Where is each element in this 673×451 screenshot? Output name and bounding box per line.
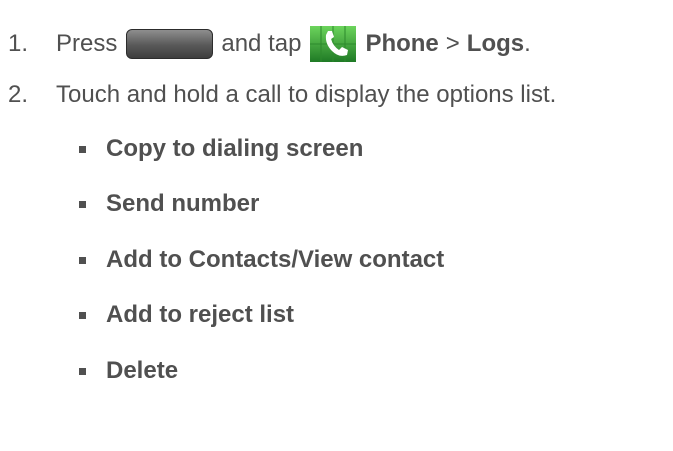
press-text: Press bbox=[56, 30, 118, 57]
step-2: 2. Touch and hold a call to display the … bbox=[0, 81, 556, 109]
option-copy-to-dialing-screen: Copy to dialing screen bbox=[79, 135, 363, 163]
logs-label: Logs bbox=[466, 30, 525, 57]
and-tap-text: and tap bbox=[221, 30, 302, 57]
step-number: 1. bbox=[8, 30, 29, 57]
option-label: Copy to dialing screen bbox=[106, 135, 364, 162]
phone-app-icon bbox=[310, 26, 357, 62]
bullet-icon bbox=[79, 145, 86, 153]
option-label: Delete bbox=[106, 357, 179, 384]
bullet-icon bbox=[79, 311, 86, 319]
bullet-icon bbox=[79, 367, 86, 375]
bullet-icon bbox=[79, 256, 86, 264]
home-button-icon bbox=[126, 29, 214, 59]
option-label: Send number bbox=[106, 190, 260, 217]
period: . bbox=[524, 30, 531, 57]
step-2-text: Touch and hold a call to display the opt… bbox=[56, 81, 557, 108]
option-add-to-contacts: Add to Contacts/View contact bbox=[79, 246, 444, 274]
step-number: 2. bbox=[8, 81, 29, 108]
bullet-icon bbox=[79, 200, 86, 208]
phone-label: Phone bbox=[365, 30, 439, 57]
separator: > bbox=[445, 30, 460, 57]
option-delete: Delete bbox=[79, 357, 178, 385]
option-add-to-reject-list: Add to reject list bbox=[79, 301, 294, 329]
option-label: Add to Contacts/View contact bbox=[106, 246, 445, 273]
option-send-number: Send number bbox=[79, 190, 259, 218]
option-label: Add to reject list bbox=[106, 301, 295, 328]
step-1: 1. Press and tap Phone > Logs . bbox=[0, 25, 531, 63]
